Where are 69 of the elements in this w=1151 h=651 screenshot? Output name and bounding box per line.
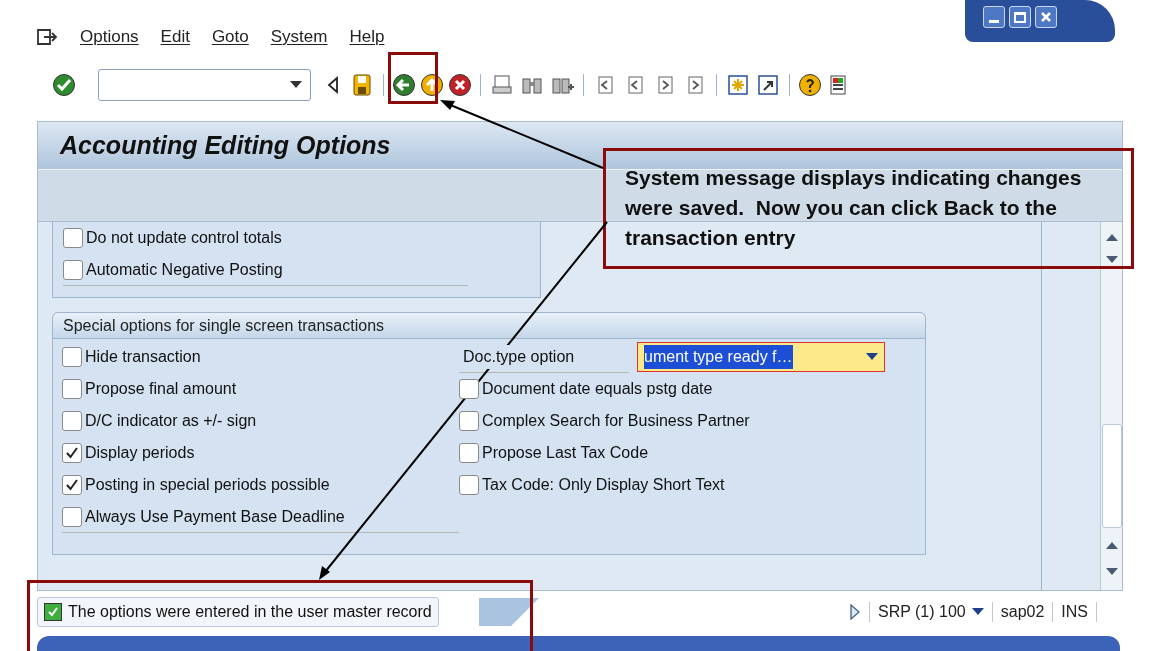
scroll-thumb[interactable] — [1101, 424, 1122, 528]
save-icon[interactable] — [350, 73, 374, 97]
exit-icon[interactable] — [420, 73, 444, 97]
doc-type-dropdown[interactable]: ument type ready f… — [637, 342, 885, 372]
dropdown-caret-icon[interactable] — [866, 353, 878, 361]
new-session-icon[interactable] — [726, 73, 750, 97]
dropdown-value: ument type ready f… — [644, 345, 793, 369]
close-icon — [1040, 11, 1052, 23]
triangle-right-icon[interactable] — [849, 604, 861, 620]
minimize-button[interactable] — [983, 6, 1005, 28]
logo-icon — [478, 598, 539, 626]
checkbox[interactable] — [459, 475, 479, 495]
back-icon[interactable] — [392, 73, 416, 97]
shortcut-icon[interactable] — [756, 73, 780, 97]
checkbox[interactable] — [62, 379, 82, 399]
checkbox-label: Complex Search for Business Partner — [482, 411, 750, 431]
checkbox-label: Propose Last Tax Code — [482, 443, 649, 463]
scroll-down-icon[interactable] — [1105, 568, 1118, 576]
checkbox-label: Document date equals pstg date — [482, 379, 713, 399]
highlight-frame — [388, 52, 438, 104]
group-title: Special options for single screen transactions — [63, 315, 385, 336]
dropdown-caret-icon[interactable] — [290, 81, 302, 89]
close-button[interactable] — [1035, 6, 1057, 28]
checkbox-label: Tax Code: Only Display Short Text — [482, 475, 725, 495]
menu-item[interactable]: Edit — [160, 24, 190, 50]
checkbox-label: Automatic Negative Posting — [86, 259, 283, 280]
scroll-up-icon[interactable] — [1105, 234, 1118, 242]
checkbox[interactable] — [62, 443, 82, 463]
minimize-icon — [989, 20, 999, 23]
cancel-icon[interactable] — [448, 73, 472, 97]
triangle-left-icon[interactable] — [327, 76, 339, 94]
menu-item[interactable]: System — [270, 24, 328, 50]
maximize-button[interactable] — [1009, 6, 1031, 28]
maximize-icon — [1014, 11, 1026, 23]
help-icon[interactable] — [798, 73, 822, 97]
checkbox-label: Always Use Payment Base Deadline — [85, 506, 345, 527]
checkbox-label: D/C indicator as +/- sign — [85, 411, 257, 431]
checkbox-label: Posting in special periods possible — [85, 475, 330, 495]
scroll-up-icon[interactable] — [1105, 542, 1118, 550]
scrollbar[interactable] — [1100, 222, 1122, 590]
checkbox[interactable] — [63, 259, 83, 280]
server-name: sap02 — [1000, 602, 1045, 622]
checkbox-label: Do not update control totals — [86, 228, 282, 248]
checkbox[interactable] — [62, 475, 82, 495]
checkbox[interactable] — [62, 506, 82, 527]
dropdown-caret-icon[interactable] — [971, 608, 984, 616]
checkbox[interactable] — [459, 443, 479, 463]
checkbox[interactable] — [459, 379, 479, 399]
scroll-down-icon[interactable] — [1105, 256, 1118, 264]
print-icon[interactable] — [490, 73, 514, 97]
checkbox[interactable] — [63, 228, 83, 248]
checkbox[interactable] — [62, 347, 82, 367]
menu-item[interactable]: Goto — [211, 24, 249, 50]
menu-icon[interactable] — [36, 28, 58, 46]
checkbox-label: Display periods — [85, 443, 195, 463]
status-message-text: The options were entered in the user master record — [68, 602, 432, 622]
enter-icon[interactable] — [52, 73, 76, 97]
callout-text: System message displays indicating changes were saved. Now you can click Back to the transaction entry — [625, 165, 1083, 251]
checkbox[interactable] — [459, 411, 479, 431]
checkbox-label: Hide transaction — [85, 347, 201, 367]
menu-item[interactable]: Options — [80, 24, 139, 50]
menu-item[interactable]: Help — [349, 24, 385, 50]
input-mode: INS — [1061, 602, 1088, 622]
success-check-icon — [44, 603, 62, 621]
checkbox-label: Propose final amount — [85, 379, 237, 399]
screen-title: Accounting Editing Options — [60, 129, 391, 161]
system-info: SRP (1) 100 — [878, 602, 966, 622]
checkbox[interactable] — [62, 411, 82, 431]
command-field[interactable] — [98, 69, 311, 101]
